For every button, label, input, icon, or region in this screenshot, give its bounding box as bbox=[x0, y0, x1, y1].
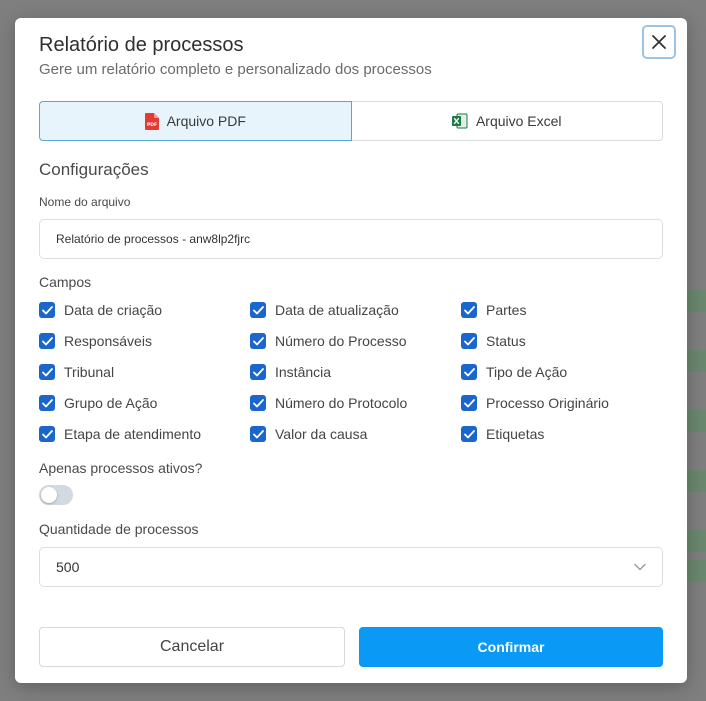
field-checkbox-label: Tribunal bbox=[64, 364, 115, 380]
filename-label: Nome do arquivo bbox=[39, 195, 131, 209]
field-checkbox-item[interactable]: Número do Protocolo bbox=[250, 393, 461, 413]
background-row-marker bbox=[686, 530, 706, 552]
checkbox[interactable] bbox=[250, 395, 266, 411]
checkmark-icon bbox=[463, 398, 475, 407]
field-checkbox-label: Número do Processo bbox=[275, 333, 407, 349]
quantity-label: Quantidade de processos bbox=[39, 521, 199, 537]
field-checkbox-item[interactable]: Grupo de Ação bbox=[39, 393, 250, 413]
active-only-label: Apenas processos ativos? bbox=[39, 460, 203, 476]
checkmark-icon bbox=[463, 305, 475, 314]
svg-text:PDF: PDF bbox=[147, 122, 157, 128]
chevron-down-icon bbox=[634, 563, 646, 571]
active-only-toggle[interactable] bbox=[39, 485, 73, 505]
tab-pdf[interactable]: PDF Arquivo PDF bbox=[39, 101, 352, 141]
checkbox[interactable] bbox=[39, 395, 55, 411]
checkbox[interactable] bbox=[250, 302, 266, 318]
checkmark-icon bbox=[463, 336, 475, 345]
checkbox[interactable] bbox=[250, 333, 266, 349]
checkmark-icon bbox=[41, 429, 53, 438]
checkbox[interactable] bbox=[461, 426, 477, 442]
close-button[interactable] bbox=[642, 25, 676, 59]
checkmark-icon bbox=[252, 398, 264, 407]
checkmark-icon bbox=[252, 305, 264, 314]
tab-excel-label: Arquivo Excel bbox=[475, 113, 562, 129]
background-row-marker bbox=[686, 350, 706, 372]
excel-file-icon bbox=[451, 113, 468, 129]
field-checkbox-label: Responsáveis bbox=[64, 333, 152, 349]
field-checkbox-item[interactable]: Tipo de Ação bbox=[461, 362, 672, 382]
field-checkbox-label: Data de atualização bbox=[275, 302, 399, 318]
field-checkbox-label: Status bbox=[486, 333, 526, 349]
background-row-marker bbox=[686, 290, 706, 312]
toggle-knob bbox=[41, 487, 57, 503]
checkbox[interactable] bbox=[461, 364, 477, 380]
checkmark-icon bbox=[41, 336, 53, 345]
background-row-marker bbox=[686, 410, 706, 432]
field-checkbox-item[interactable]: Instância bbox=[250, 362, 461, 382]
filename-input[interactable] bbox=[39, 219, 663, 259]
field-checkbox-item[interactable]: Partes bbox=[461, 300, 672, 320]
checkmark-icon bbox=[252, 367, 264, 376]
background-row-marker bbox=[686, 470, 706, 492]
field-checkbox-item[interactable]: Responsáveis bbox=[39, 331, 250, 351]
field-checkbox-item[interactable]: Data de criação bbox=[39, 300, 250, 320]
field-checkbox-item[interactable]: Etiquetas bbox=[461, 424, 672, 444]
checkmark-icon bbox=[41, 398, 53, 407]
field-checkbox-item[interactable]: Número do Processo bbox=[250, 331, 461, 351]
checkbox[interactable] bbox=[461, 395, 477, 411]
checkbox[interactable] bbox=[39, 426, 55, 442]
field-checkbox-label: Partes bbox=[486, 302, 527, 318]
checkmark-icon bbox=[252, 429, 264, 438]
checkbox[interactable] bbox=[461, 333, 477, 349]
checkbox[interactable] bbox=[250, 426, 266, 442]
background-row-marker bbox=[686, 560, 706, 582]
checkbox[interactable] bbox=[250, 364, 266, 380]
checkbox[interactable] bbox=[39, 333, 55, 349]
field-checkbox-label: Grupo de Ação bbox=[64, 395, 158, 411]
field-checkbox-item[interactable]: Processo Originário bbox=[461, 393, 672, 413]
checkbox[interactable] bbox=[39, 302, 55, 318]
checkmark-icon bbox=[463, 367, 475, 376]
report-modal: Relatório de processos Gere um relatório… bbox=[15, 18, 687, 683]
confirm-button[interactable]: Confirmar bbox=[359, 627, 663, 667]
tab-excel[interactable]: Arquivo Excel bbox=[351, 101, 663, 141]
field-checkbox-item[interactable]: Valor da causa bbox=[250, 424, 461, 444]
quantity-select[interactable]: 500 bbox=[39, 547, 663, 587]
field-checkbox-label: Instância bbox=[275, 364, 332, 380]
field-checkbox-label: Número do Protocolo bbox=[275, 395, 408, 411]
checkmark-icon bbox=[252, 336, 264, 345]
field-checkbox-item[interactable]: Data de atualização bbox=[250, 300, 461, 320]
field-checkbox-item[interactable]: Status bbox=[461, 331, 672, 351]
field-checkbox-label: Valor da causa bbox=[275, 426, 368, 442]
checkbox[interactable] bbox=[461, 302, 477, 318]
field-checkbox-item[interactable]: Etapa de atendimento bbox=[39, 424, 250, 444]
tab-pdf-label: Arquivo PDF bbox=[166, 113, 246, 129]
modal-title: Relatório de processos bbox=[39, 34, 244, 56]
field-checkbox-label: Tipo de Ação bbox=[486, 364, 568, 380]
cancel-button[interactable]: Cancelar bbox=[39, 627, 345, 667]
checkmark-icon bbox=[463, 429, 475, 438]
field-checkbox-label: Data de criação bbox=[64, 302, 163, 318]
quantity-value: 500 bbox=[56, 559, 80, 575]
field-checkbox-label: Etapa de atendimento bbox=[64, 426, 201, 442]
modal-subtitle: Gere um relatório completo e personaliza… bbox=[39, 61, 432, 78]
checkmark-icon bbox=[41, 367, 53, 376]
settings-heading: Configurações bbox=[39, 160, 149, 179]
fields-label: Campos bbox=[39, 274, 92, 290]
checkbox[interactable] bbox=[39, 364, 55, 380]
field-checkbox-item[interactable]: Tribunal bbox=[39, 362, 250, 382]
field-checkbox-label: Processo Originário bbox=[486, 395, 609, 411]
field-checkbox-label: Etiquetas bbox=[486, 426, 545, 442]
fields-checklist: Data de criação Data de atualização Partes… bbox=[39, 300, 679, 444]
pdf-file-icon: PDF bbox=[144, 112, 159, 130]
file-type-tabs: PDF Arquivo PDF Arquivo Excel bbox=[39, 101, 663, 141]
close-icon bbox=[652, 35, 666, 49]
checkmark-icon bbox=[41, 305, 53, 314]
